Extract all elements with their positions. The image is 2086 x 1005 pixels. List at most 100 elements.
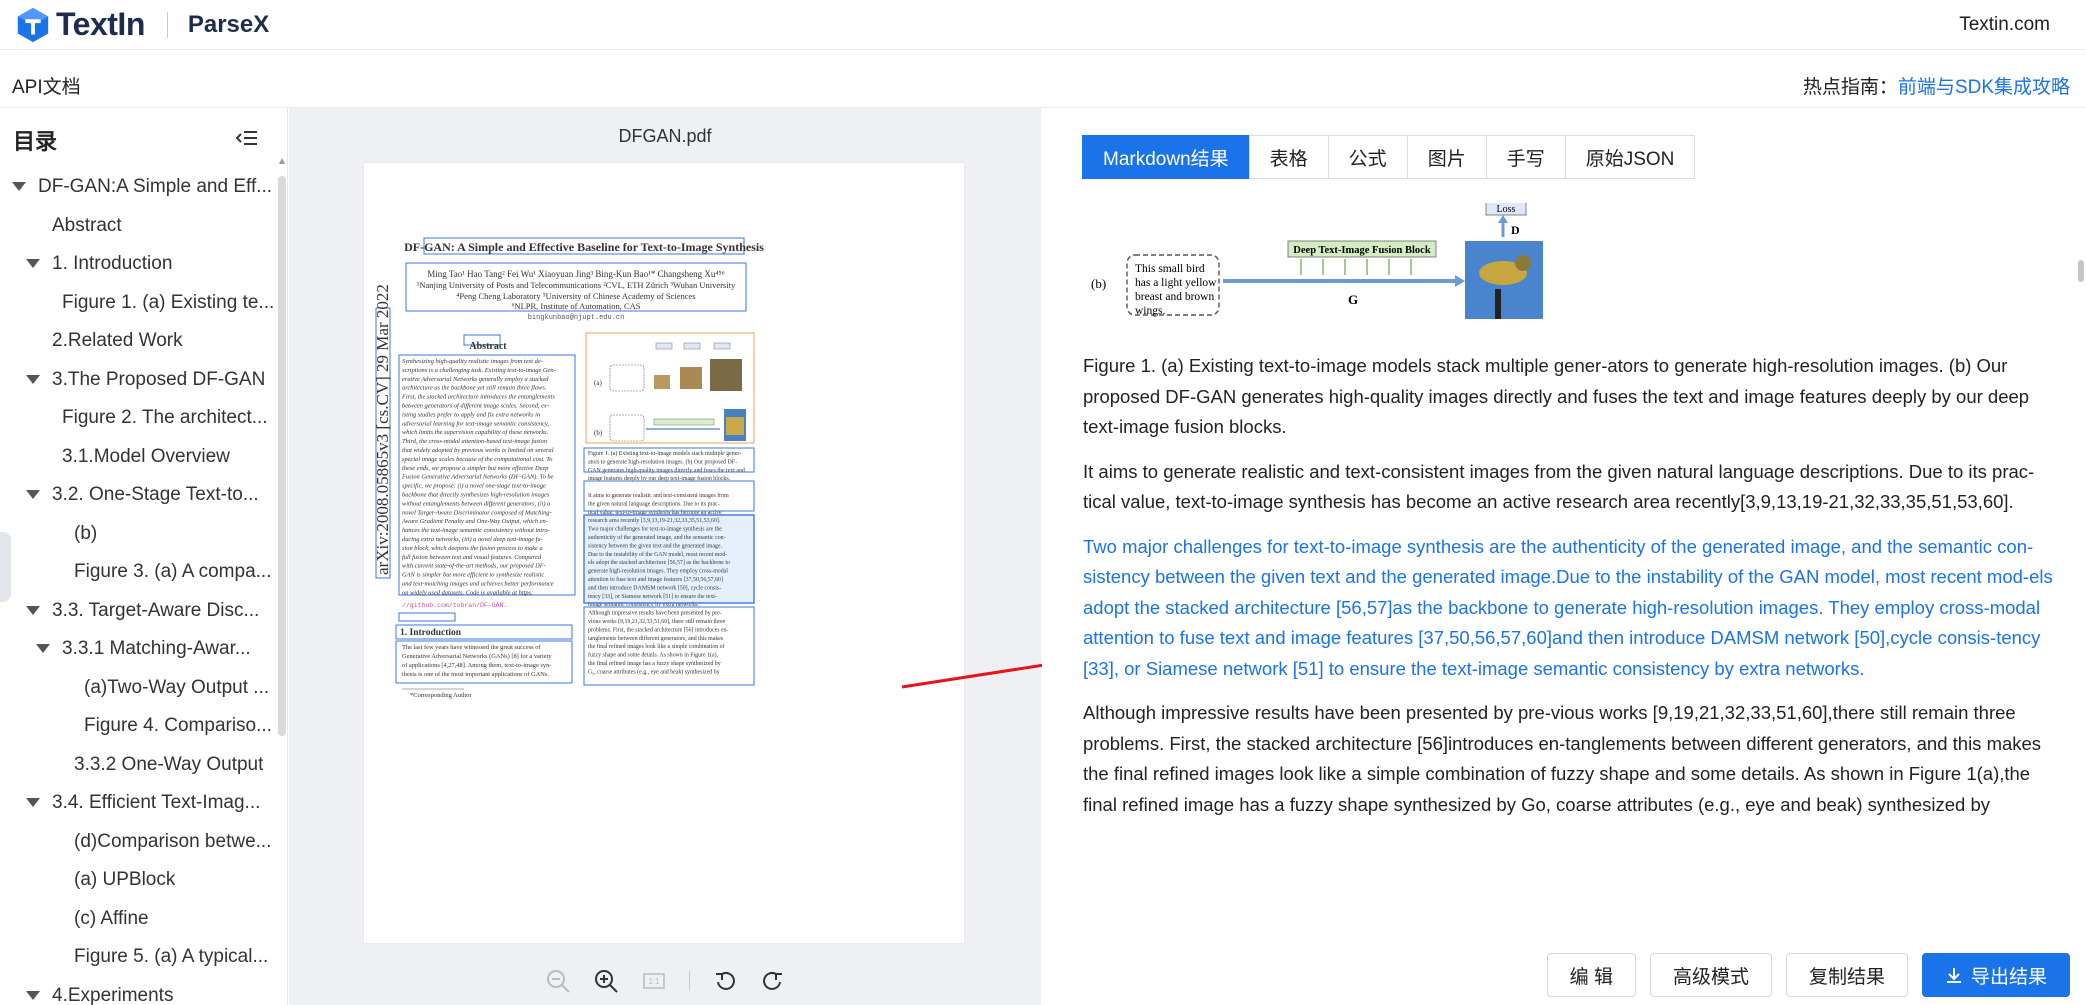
pdf-abstract-link: //github.com/tobran/DF-GAN.: [402, 602, 507, 609]
sub-header: API文档 热点指南：前端与SDK集成攻略: [0, 64, 2086, 108]
toc-item[interactable]: 1. Introduction: [0, 245, 280, 284]
pdf-text-line: backbone that directly synthesizes high-…: [402, 492, 550, 499]
toc-item[interactable]: (c) Affine: [0, 900, 280, 939]
pdf-side-id: arXiv:2008.05865v3 [cs.CV] 29 Mar 2022: [373, 284, 392, 575]
toc-item[interactable]: 2.Related Work: [0, 322, 280, 361]
zoom-out-icon[interactable]: [545, 968, 571, 994]
hot-guide: 热点指南：前端与SDK集成攻略: [1803, 72, 2070, 99]
link-box[interactable]: [398, 612, 456, 622]
result-paragraph-3-highlighted[interactable]: Two major challenges for text-to-image s…: [1083, 532, 2063, 685]
toc-item-label: 4.Experiments: [52, 984, 174, 1005]
caret-down-icon[interactable]: [12, 182, 26, 192]
pdf-title: DF-GAN: A Simple and Effective Baseline …: [404, 240, 764, 254]
pdf-text-line: ators to generate high-resolution images…: [588, 458, 737, 465]
pdf-text-line: Third, the cross-modal attention-based t…: [402, 438, 547, 445]
toc-item[interactable]: (a) UPBlock: [0, 861, 280, 900]
toc-item-label: 2.Related Work: [52, 330, 183, 352]
result-paragraph-2[interactable]: It aims to generate realistic and text-c…: [1083, 457, 2063, 518]
result-fig-fusion: Deep Text-Image Fusion Block: [1293, 245, 1431, 256]
result-paragraph-4[interactable]: Although impressive results have been pr…: [1083, 698, 2063, 820]
toc-item[interactable]: (d)Comparison betwe...: [0, 823, 280, 862]
rotate-left-icon[interactable]: [712, 968, 738, 994]
toc-item[interactable]: 3.2. One-Stage Text-to...: [0, 476, 280, 515]
fit-page-icon[interactable]: 1:1: [641, 968, 667, 994]
pdf-text-line: with current state-of-the-art methods, o…: [402, 563, 546, 570]
toc-list: DF-GAN:A Simple and Eff... Abstract 1. Int…: [0, 168, 280, 1005]
toc-item[interactable]: (b): [0, 515, 280, 554]
pdf-text-line: that widely adopted by previous works is…: [402, 447, 554, 454]
product-name: ParseX: [187, 10, 270, 38]
result-tab[interactable]: 公式: [1327, 135, 1408, 179]
toc-item-label: (a)Two-Way Output ...: [84, 676, 270, 698]
pdf-text-line: Although impressive results have been pr…: [588, 611, 722, 617]
pdf-text-line: ducing extra networks, (iii) a novel dee…: [402, 536, 543, 543]
toc-item[interactable]: 3.The Proposed DF-GAN: [0, 361, 280, 400]
pdf-text-line: without entanglements between different …: [402, 500, 550, 507]
collapse-toc-icon[interactable]: [236, 128, 258, 148]
intro-lines: The last few years have witnessed the gr…: [402, 644, 552, 678]
caret-down-icon[interactable]: [26, 798, 40, 808]
toc-item[interactable]: 3.1.Model Overview: [0, 438, 280, 477]
scroll-up-icon[interactable]: [279, 158, 285, 164]
result-tab[interactable]: 原始JSON: [1564, 135, 1696, 179]
caret-down-icon[interactable]: [26, 605, 40, 616]
result-fig-g: G: [1348, 292, 1358, 307]
toc-item[interactable]: Figure 4. Compariso...: [0, 707, 280, 746]
toc-item[interactable]: Figure 3. (a) A compa...: [0, 553, 280, 592]
result-tab[interactable]: 手写: [1485, 135, 1566, 179]
pdf-page[interactable]: DF-GAN: A Simple and Effective Baseline …: [364, 163, 964, 943]
pdf-text-line: special image scales because of the comp…: [402, 456, 552, 463]
result-tab[interactable]: 表格: [1248, 135, 1329, 179]
toc-item[interactable]: 4.Experiments: [0, 977, 280, 1005]
toc-item[interactable]: 3.4. Efficient Text-Imag...: [0, 784, 280, 823]
caret-down-icon[interactable]: [26, 990, 40, 1001]
advanced-mode-button[interactable]: 高级模式: [1649, 953, 1772, 997]
result-paragraph-1[interactable]: Figure 1. (a) Existing text-to-image mod…: [1083, 351, 2063, 443]
pdf-email: bingkunbao@njupt.edu.cn: [528, 314, 625, 322]
caret-down-icon[interactable]: [26, 490, 40, 500]
pdf-text-line: First, the stacked architecture introduc…: [401, 394, 555, 401]
toc-item[interactable]: (a)Two-Way Output ...: [0, 669, 280, 708]
edit-button[interactable]: 编 辑: [1546, 953, 1636, 997]
toc-item[interactable]: DF-GAN:A Simple and Eff...: [0, 168, 280, 207]
fig-label-a: (a): [594, 379, 602, 387]
site-link[interactable]: Textin.com: [1959, 14, 2050, 36]
pdf-text-line: isting studies prefer to apply and fix e…: [402, 411, 540, 418]
pdf-page-render: DF-GAN: A Simple and Effective Baseline …: [373, 237, 764, 699]
api-doc-link[interactable]: API文档: [12, 72, 81, 99]
para2-box-selected[interactable]: [583, 514, 755, 604]
toc-item[interactable]: Figure 5. (a) A typical...: [0, 938, 280, 977]
caret-down-icon[interactable]: [36, 644, 50, 654]
caret-down-icon[interactable]: [26, 259, 40, 269]
pdf-intro-head: 1. Introduction: [400, 628, 462, 638]
pdf-text-line: full fusion between text and visual feat…: [402, 554, 542, 561]
result-tabs: Markdown结果 表格 公式 图片 手写 原始JSON: [1082, 135, 1696, 179]
pdf-text-line: GAN is simpler but more efficient to syn…: [402, 572, 544, 579]
logo-text: TextIn: [56, 6, 145, 42]
toc-item[interactable]: 3.3.2 One-Way Output: [0, 746, 280, 785]
toc-title: 目录: [13, 129, 58, 154]
toc-item-label: Figure 3. (a) A compa...: [74, 561, 272, 583]
side-expand-handle[interactable]: [0, 532, 11, 602]
toc-item[interactable]: 3.3.1 Matching-Awar...: [0, 630, 280, 669]
toc-item[interactable]: 3.3. Target-Aware Disc...: [0, 592, 280, 631]
caret-down-icon[interactable]: [26, 374, 40, 385]
toc-item[interactable]: Abstract: [0, 207, 280, 246]
toc-scrollbar[interactable]: [278, 176, 286, 736]
zoom-in-icon[interactable]: [593, 968, 619, 994]
logo[interactable]: TextIn: [14, 6, 145, 44]
copy-result-button[interactable]: 复制结果: [1785, 953, 1908, 997]
toc-item-label: (d)Comparison betwe...: [74, 830, 272, 852]
toc-item[interactable]: Figure 1. (a) Existing te...: [0, 284, 280, 323]
toc-item-label: 3.2. One-Stage Text-to...: [52, 484, 259, 506]
pdf-text-line: The last few years have witnessed the gr…: [402, 644, 541, 651]
hot-guide-link[interactable]: 前端与SDK集成攻略: [1898, 77, 2070, 98]
rotate-right-icon[interactable]: [760, 968, 786, 994]
hot-guide-label: 热点指南：: [1802, 77, 1898, 98]
export-result-button[interactable]: 导出结果: [1921, 953, 2070, 997]
result-tab[interactable]: Markdown结果: [1082, 135, 1250, 179]
result-tab[interactable]: 图片: [1406, 135, 1487, 179]
result-scrollbar[interactable]: [2078, 260, 2084, 282]
result-fig-label-b: (b): [1091, 276, 1106, 291]
toc-item[interactable]: Figure 2. The architect...: [0, 399, 280, 438]
